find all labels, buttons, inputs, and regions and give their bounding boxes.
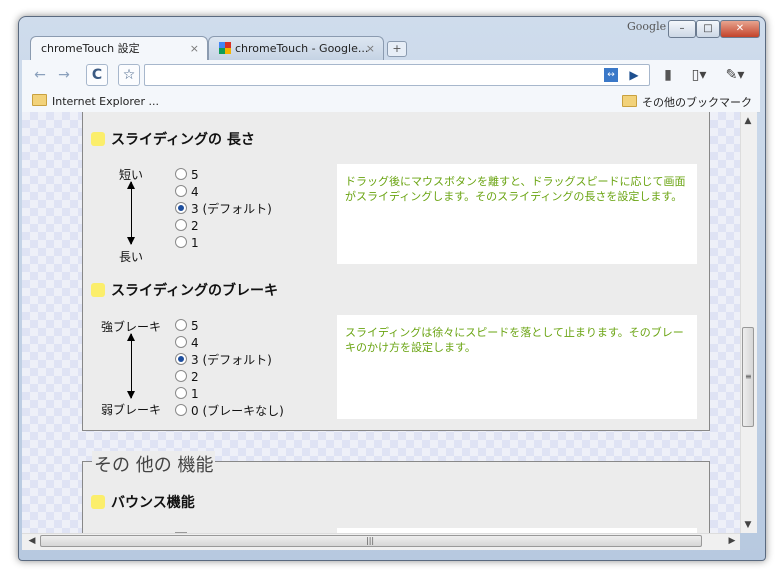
close-window-button[interactable]: ✕ (720, 20, 760, 38)
radio-label: 5 (191, 168, 199, 182)
section-sliding-length: スライディングの 長さ (91, 129, 255, 149)
radio-label: 1 (191, 236, 199, 250)
radio-brake-0[interactable]: 0 (ブレーキなし) (175, 403, 284, 419)
tab-label: chromeTouch 設定 (41, 42, 140, 55)
bookmark-label: Internet Explorer ... (52, 95, 159, 108)
bookmark-star-button[interactable]: ☆ (118, 64, 140, 86)
new-tab-button[interactable]: + (387, 41, 407, 57)
section-bounce: バウンス機能 (91, 492, 195, 512)
radio-length-3[interactable]: 3 (デフォルト) (175, 201, 272, 217)
radio-label: 4 (191, 336, 199, 350)
section-title: バウンス機能 (111, 495, 195, 511)
radio-label: 2 (191, 370, 199, 384)
radio-brake-2[interactable]: 2 (175, 369, 199, 385)
page-icon[interactable]: ▮ (658, 65, 678, 85)
radio-brake-4[interactable]: 4 (175, 335, 199, 351)
radio-label: 4 (191, 185, 199, 199)
tab-close-icon[interactable]: × (190, 37, 199, 61)
settings-panel: スライディングの 長さ 短い 長い 5 4 3 (デフォルト) 2 1 ドラッグ… (82, 112, 710, 431)
bullet-square-icon (91, 132, 105, 146)
bullet-square-icon (91, 495, 105, 509)
section-title: スライディングの 長さ (111, 132, 255, 148)
radio-label: 2 (191, 219, 199, 233)
forward-button[interactable]: → (54, 65, 74, 85)
scroll-up-icon[interactable]: ▲ (740, 116, 756, 126)
maximize-button[interactable]: □ (696, 20, 720, 38)
double-arrow-icon (127, 333, 135, 399)
go-button[interactable]: ▶ (624, 65, 644, 85)
sliding-length-description: ドラッグ後にマウスボタンを離すと、ドラッグスピードに応じて画面がスライディングし… (337, 164, 697, 264)
tab-chrometouch-google[interactable]: chromeTouch - Google... × (208, 36, 384, 60)
radio-button[interactable] (175, 319, 187, 331)
wrench-icon: ✎ (725, 67, 738, 83)
back-button[interactable]: ← (30, 65, 50, 85)
grip-icon: ≡ (745, 372, 752, 381)
radio-button[interactable] (175, 336, 187, 348)
section-sliding-brake: スライディングのブレーキ (91, 280, 278, 300)
reload-button[interactable]: C (86, 64, 108, 86)
radio-button-selected[interactable] (175, 353, 187, 365)
brand-label: Google (627, 20, 667, 33)
radio-label: 1 (191, 387, 199, 401)
bookmark-other[interactable]: その他のブックマーク (622, 94, 752, 110)
folder-icon (32, 94, 47, 106)
wrench-menu-button[interactable]: ✎▾ (722, 65, 748, 85)
radio-label: 3 (デフォルト) (191, 202, 272, 216)
radio-brake-5[interactable]: 5 (175, 318, 199, 334)
folder-icon (622, 95, 637, 107)
radio-length-1[interactable]: 1 (175, 235, 199, 251)
radio-button[interactable] (175, 168, 187, 180)
minimize-button[interactable]: – (668, 20, 696, 38)
radio-brake-1[interactable]: 1 (175, 386, 199, 402)
other-features-legend: その 他の 機能 (92, 451, 216, 477)
radio-button[interactable] (175, 185, 187, 197)
radio-brake-3[interactable]: 3 (デフォルト) (175, 352, 272, 368)
scroll-down-icon[interactable]: ▼ (740, 520, 756, 530)
section-title: スライディングのブレーキ (111, 283, 279, 299)
chevron-down-icon: ▾ (699, 67, 707, 83)
extension-icon[interactable]: ↔ (604, 68, 618, 82)
bullet-square-icon (91, 283, 105, 297)
radio-label: 3 (デフォルト) (191, 353, 272, 367)
long-label: 長い (119, 250, 144, 264)
address-bar[interactable] (144, 64, 650, 86)
radio-label: 0 (ブレーキなし) (191, 404, 284, 418)
weak-brake-label: 弱ブレーキ (101, 403, 162, 417)
scroll-right-icon[interactable]: ▶ (724, 536, 740, 546)
radio-length-2[interactable]: 2 (175, 218, 199, 234)
radio-label: 5 (191, 319, 199, 333)
google-favicon-icon (219, 42, 231, 54)
radio-length-4[interactable]: 4 (175, 184, 199, 200)
bookmark-internet-explorer[interactable]: Internet Explorer ... (32, 94, 159, 108)
grip-icon: ||| (366, 536, 375, 545)
chevron-down-icon: ▾ (737, 67, 745, 83)
tab-label: chromeTouch - Google... (235, 42, 369, 55)
radio-length-5[interactable]: 5 (175, 167, 199, 183)
sliding-brake-description: スライディングは徐々にスピードを落として止まります。そのブレーキのかけ方を設定し… (337, 315, 697, 419)
scroll-left-icon[interactable]: ◀ (24, 536, 40, 546)
radio-button[interactable] (175, 404, 187, 416)
radio-button[interactable] (175, 370, 187, 382)
radio-button-selected[interactable] (175, 202, 187, 214)
radio-button[interactable] (175, 387, 187, 399)
tab-close-icon[interactable]: × (366, 37, 375, 61)
radio-button[interactable] (175, 236, 187, 248)
page-content: スライディングの 長さ 短い 長い 5 4 3 (デフォルト) 2 1 ドラッグ… (22, 112, 740, 533)
page-menu-button[interactable]: ▯▾ (686, 65, 712, 85)
double-arrow-icon (127, 181, 135, 245)
radio-button[interactable] (175, 219, 187, 231)
tab-chrometouch-settings[interactable]: chromeTouch 設定 × (30, 36, 208, 60)
vertical-scrollbar[interactable] (740, 112, 757, 533)
bookmark-label: その他のブックマーク (642, 96, 752, 109)
